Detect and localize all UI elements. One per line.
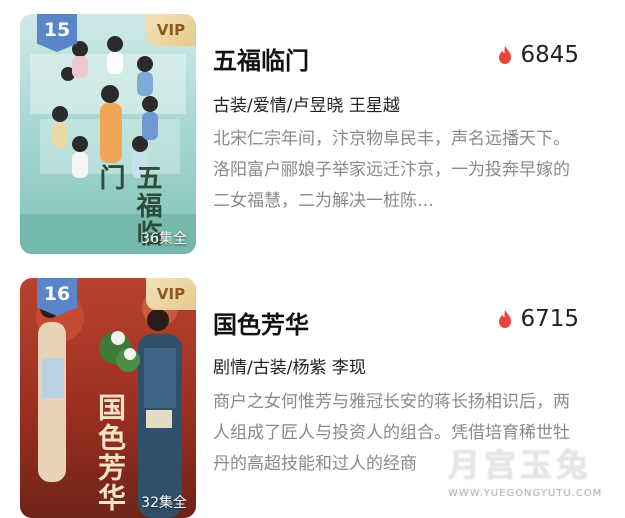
episode-count: 36集全 bbox=[141, 231, 187, 247]
vip-badge: VIP bbox=[146, 278, 196, 310]
heat-value: 6715 bbox=[520, 306, 579, 332]
heat-value: 6845 bbox=[520, 42, 579, 68]
flame-icon bbox=[499, 46, 512, 64]
drama-poster[interactable]: 国色芳华 16 VIP 32集全 bbox=[20, 278, 196, 518]
poster-title-calligraphy: 国色芳华 bbox=[94, 393, 127, 513]
drama-tags: 剧情/古装/杨紫 李现 bbox=[213, 358, 366, 378]
flame-icon bbox=[499, 310, 512, 328]
drama-description: 北宋仁宗年间，汴京物阜民丰，声名远播天下。洛阳富户郦娘子举家远迁汴京，一为投奔早… bbox=[213, 129, 570, 211]
heat-score: 6845 bbox=[496, 42, 579, 68]
drama-poster[interactable]: 五福临门 15 VIP 36集全 bbox=[20, 14, 196, 254]
heat-score: 6715 bbox=[496, 306, 579, 332]
drama-tags: 古装/爱情/卢昱晓 王星越 bbox=[213, 96, 400, 116]
vip-badge: VIP bbox=[146, 14, 196, 46]
drama-title[interactable]: 国色芳华 bbox=[213, 305, 309, 340]
episode-count: 32集全 bbox=[141, 495, 187, 511]
watermark: 月宫玉兔 WWW.YUEGONGYUTU.COM bbox=[448, 440, 618, 510]
watermark-url: WWW.YUEGONGYUTU.COM bbox=[448, 488, 603, 499]
drama-card[interactable]: 五福临门 15 VIP 36集全 五福临门 6845 古装/爱情/卢昱晓 王星越… bbox=[0, 0, 625, 254]
drama-title[interactable]: 五福临门 bbox=[213, 41, 309, 76]
watermark-text: 月宫玉兔 bbox=[448, 446, 593, 484]
